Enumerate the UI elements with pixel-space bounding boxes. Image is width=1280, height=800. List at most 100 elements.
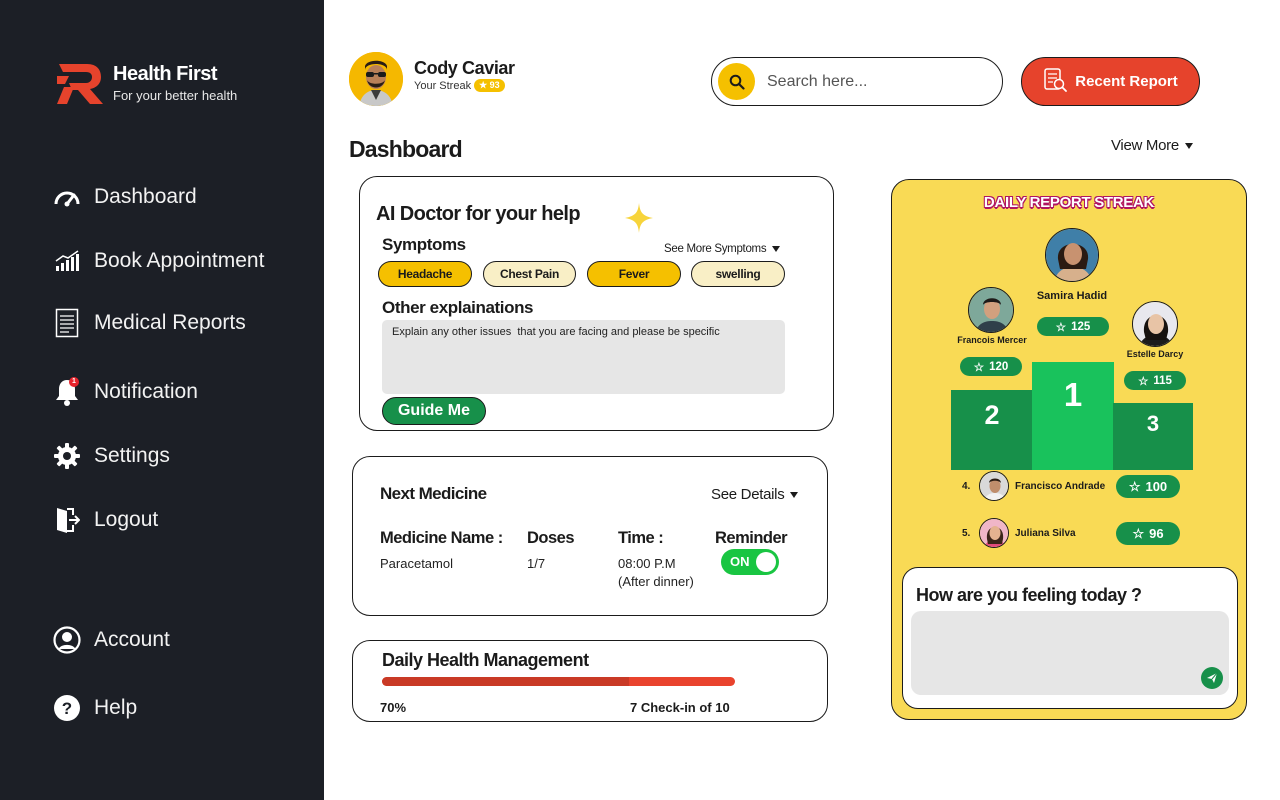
rank-4-number: 4. [962, 481, 971, 492]
star-icon: ☆ [1128, 478, 1141, 494]
document-icon [52, 308, 82, 338]
score-value: 115 [1153, 374, 1172, 387]
rank-5-score: ☆ 96 [1116, 522, 1180, 545]
brand-tagline: For your better health [113, 88, 238, 103]
sidebar-item-label: Account [94, 628, 170, 651]
sidebar-item-label: Notification [94, 380, 198, 403]
time-text: 08:00 P.M [618, 556, 676, 571]
person-portrait-icon [980, 519, 1008, 547]
sidebar: Health First For your better health Dash… [0, 0, 324, 800]
user-name: Cody Caviar [414, 58, 515, 78]
rank-4-avatar[interactable] [979, 471, 1009, 501]
doses-value: 1/7 [527, 556, 546, 571]
feeling-box: How are you feeling today ? [902, 567, 1238, 709]
podium-first: 1 [1032, 362, 1114, 470]
search-input[interactable] [767, 72, 987, 91]
score-value: 100 [1145, 479, 1168, 494]
other-explanations-field[interactable] [382, 320, 785, 394]
see-more-symptoms-label: See More Symptoms [664, 243, 767, 255]
guide-me-button[interactable]: Guide Me [382, 397, 486, 425]
brand[interactable]: Health First For your better health [55, 60, 237, 106]
sidebar-item-account[interactable]: Account [52, 624, 170, 656]
sidebar-item-label: Dashboard [94, 185, 197, 208]
rank-5-avatar[interactable] [979, 518, 1009, 548]
podium-second: 2 [951, 390, 1033, 470]
score-value: 125 [1071, 320, 1091, 333]
sparkle-icon [625, 203, 653, 233]
person-portrait-icon [1046, 229, 1098, 281]
svg-text:?: ? [62, 699, 72, 718]
star-icon: ☆ [1132, 525, 1145, 541]
see-more-symptoms-link[interactable]: See More Symptoms [664, 243, 781, 255]
star-icon: ☆ [973, 361, 985, 374]
first-place-avatar[interactable] [1045, 228, 1099, 282]
star-icon: ☆ [1138, 375, 1149, 388]
page-title: Dashboard [349, 136, 463, 162]
health-progress-bar [382, 677, 735, 686]
time-note: (After dinner) [618, 574, 694, 589]
streak-badge: ★ 93 [474, 79, 505, 92]
sidebar-item-help[interactable]: ? Help [52, 692, 137, 724]
sidebar-item-notification[interactable]: 1 Notification [52, 376, 198, 408]
medicine-name-header: Medicine Name : [380, 529, 503, 547]
help-icon: ? [52, 693, 82, 723]
time-value: 08:00 P.M (After dinner) [618, 555, 694, 591]
user-circle-icon [52, 625, 82, 655]
search-bar[interactable] [711, 57, 1003, 106]
report-icon [1043, 67, 1068, 97]
toggle-knob [756, 552, 776, 572]
symptom-chip-fever[interactable]: Fever [587, 261, 681, 287]
chevron-down-icon [790, 491, 799, 498]
feeling-input[interactable] [911, 611, 1229, 695]
sidebar-item-label: Logout [94, 508, 159, 531]
person-portrait-icon [1133, 302, 1177, 346]
symptom-chip-swelling[interactable]: swelling [691, 261, 785, 287]
symptom-chip-chest-pain[interactable]: Chest Pain [483, 261, 576, 287]
view-more-link[interactable]: View More [1111, 137, 1193, 154]
bar-chart-icon [52, 246, 82, 276]
search-icon[interactable] [718, 63, 755, 100]
chevron-down-icon [772, 246, 781, 252]
next-medicine-card: Next Medicine See Details Medicine Name … [352, 456, 828, 616]
feeling-title: How are you feeling today ? [916, 585, 1142, 605]
brand-name: Health First [113, 63, 218, 85]
third-place-avatar[interactable] [1132, 301, 1178, 347]
rank-5-number: 5. [962, 528, 971, 539]
ai-doctor-title: AI Doctor for your help [376, 203, 581, 225]
daily-health-card: Daily Health Management 70% 7 Check-in o… [352, 640, 828, 722]
next-medicine-title: Next Medicine [380, 484, 487, 503]
doses-header: Doses [527, 529, 575, 547]
sidebar-item-dashboard[interactable]: Dashboard [52, 181, 197, 213]
health-checkin: 7 Check-in of 10 [630, 700, 730, 715]
recent-report-button[interactable]: Recent Report [1021, 57, 1200, 106]
second-place-score: ☆ 120 [960, 357, 1022, 376]
sidebar-item-settings[interactable]: Settings [52, 440, 170, 472]
first-place-name: Samira Hadid [1036, 290, 1108, 302]
sidebar-item-book-appointment[interactable]: Book Appointment [52, 245, 264, 277]
avatar[interactable] [349, 52, 403, 106]
bell-icon: 1 [52, 377, 82, 407]
send-icon[interactable] [1201, 667, 1223, 689]
recent-report-label: Recent Report [1075, 73, 1178, 90]
other-explanations-title: Other explainations [382, 298, 534, 317]
time-header: Time : [618, 529, 664, 547]
third-place-score: ☆ 115 [1124, 371, 1186, 390]
reminder-toggle[interactable]: ON [721, 549, 779, 575]
sidebar-item-logout[interactable]: Logout [52, 504, 158, 536]
podium-third: 3 [1113, 403, 1193, 470]
second-place-avatar[interactable] [968, 287, 1014, 333]
person-portrait-icon [980, 472, 1008, 500]
health-progress-fill [382, 677, 630, 686]
sidebar-item-label: Book Appointment [94, 249, 265, 272]
gear-icon [52, 441, 82, 471]
score-value: 120 [989, 360, 1009, 373]
symptom-chip-headache[interactable]: Headache [378, 261, 472, 287]
sidebar-item-label: Medical Reports [94, 311, 246, 334]
sidebar-item-medical-reports[interactable]: Medical Reports [52, 307, 246, 339]
view-more-label: View More [1111, 137, 1179, 154]
rank-4-name: Francisco Andrade [1015, 481, 1106, 492]
first-place-score: ☆ 125 [1037, 317, 1109, 336]
user-portrait-icon [349, 52, 403, 106]
score-value: 96 [1149, 526, 1164, 541]
see-details-link[interactable]: See Details [711, 486, 799, 503]
